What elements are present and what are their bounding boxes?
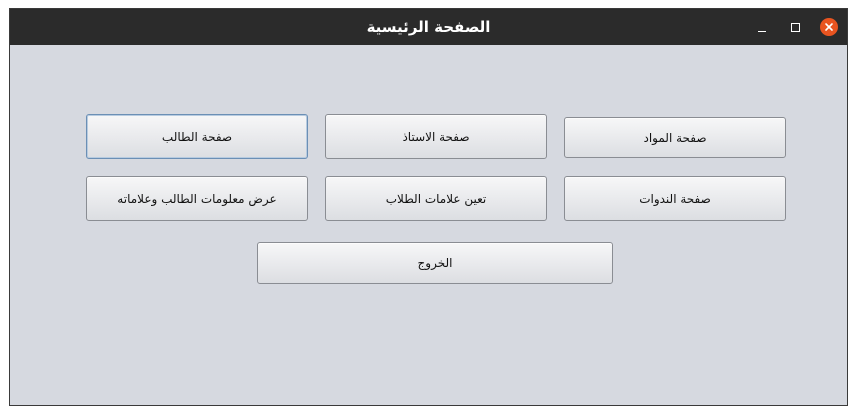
main-content: صفحة الطالب صفحة الاستاذ صفحة المواد عرض…	[10, 45, 847, 405]
main-window: الصفحة الرئيسية صفحة الطالب صفحة الاستاذ…	[9, 8, 848, 406]
window-title: الصفحة الرئيسية	[366, 18, 491, 36]
close-button[interactable]	[820, 18, 838, 36]
exit-button[interactable]: الخروج	[257, 242, 613, 284]
close-icon	[820, 18, 838, 36]
maximize-icon	[790, 22, 800, 32]
subjects-page-button[interactable]: صفحة المواد	[564, 117, 786, 158]
seminars-page-button[interactable]: صفحة الندوات	[564, 176, 786, 221]
view-student-info-button[interactable]: عرض معلومات الطالب وعلاماته	[86, 176, 308, 221]
title-bar[interactable]: الصفحة الرئيسية	[10, 9, 847, 45]
assign-grades-button[interactable]: تعين علامات الطلاب	[325, 176, 547, 221]
student-page-button[interactable]: صفحة الطالب	[86, 114, 308, 159]
teacher-page-button[interactable]: صفحة الاستاذ	[325, 114, 547, 159]
minimize-button[interactable]	[753, 18, 771, 36]
maximize-button[interactable]	[786, 18, 804, 36]
minimize-icon	[758, 30, 766, 32]
